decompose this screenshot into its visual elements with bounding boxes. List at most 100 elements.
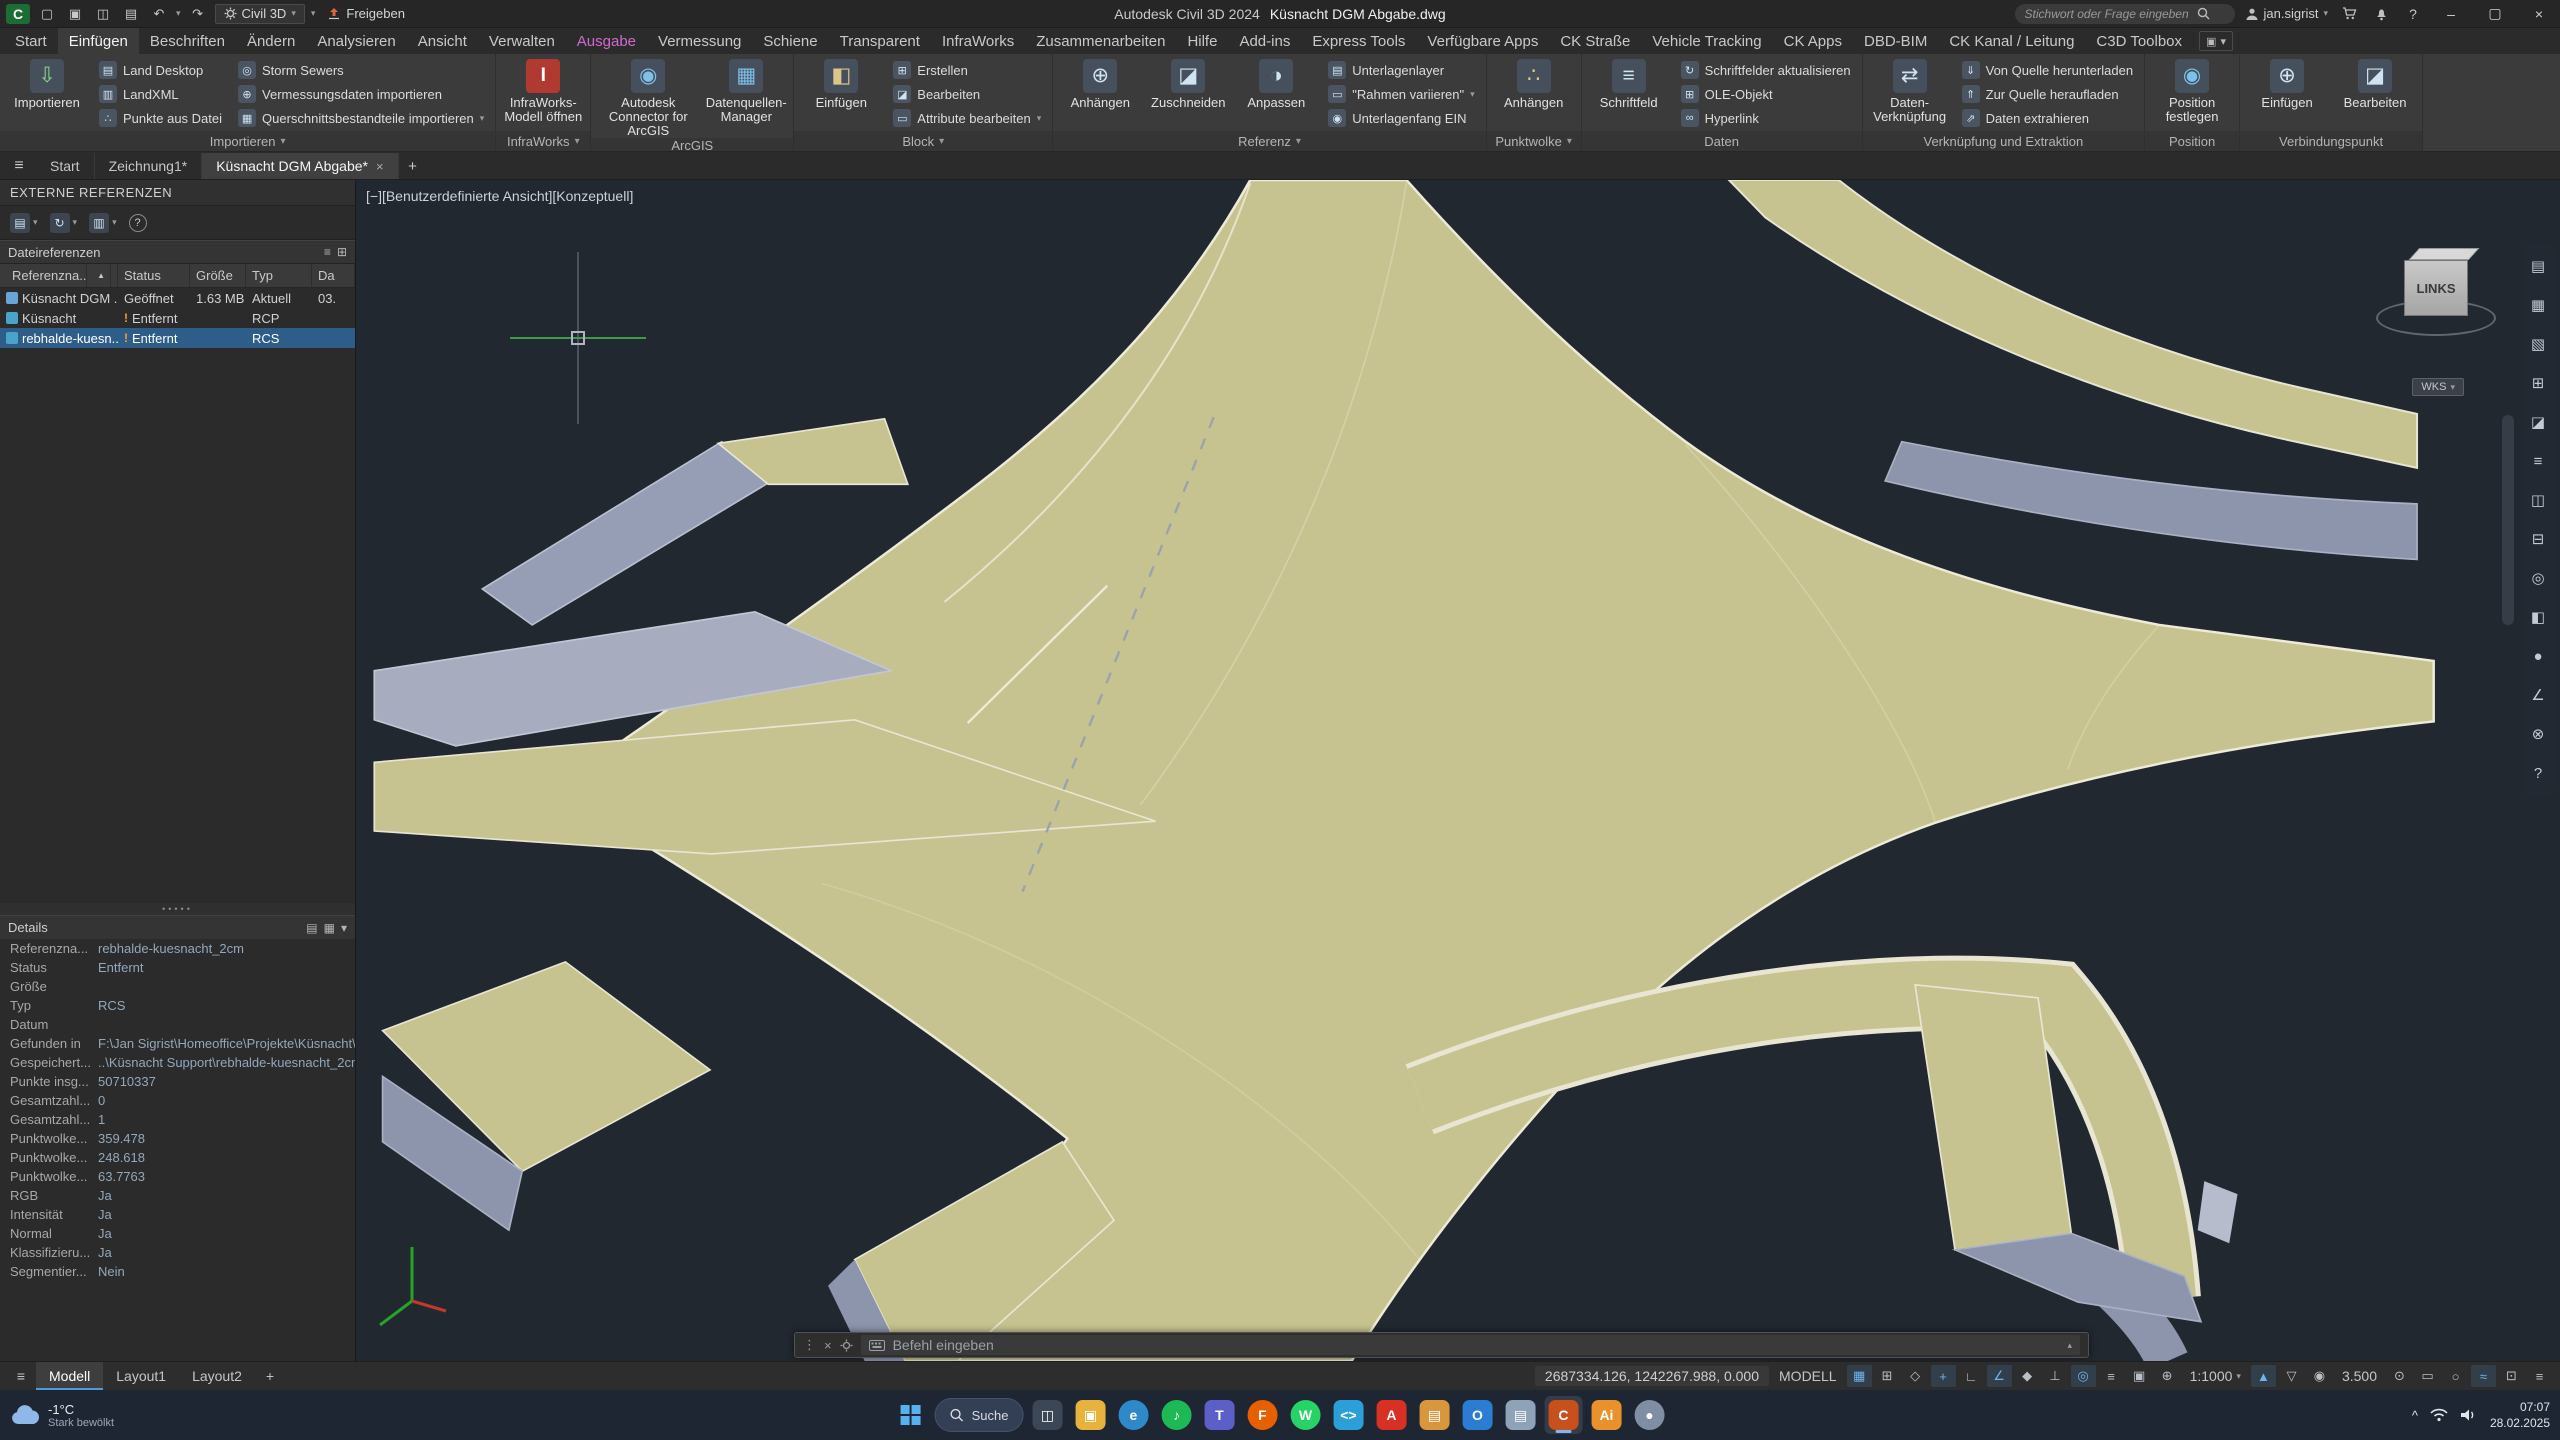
command-history-caret-icon[interactable]: ▴ xyxy=(2067,1340,2072,1351)
weather-widget[interactable]: -1°C Stark bewölkt xyxy=(10,1402,114,1429)
open-file-icon[interactable]: ▣ xyxy=(64,4,86,24)
notifications-bell-icon[interactable] xyxy=(2370,4,2392,24)
annotation-scale-selector[interactable]: 1:1000 ▾ xyxy=(2183,1368,2248,1384)
object-snap-toggle[interactable]: ◎ xyxy=(2071,1365,2096,1387)
taskbar-task-view-button[interactable]: ◫ xyxy=(1028,1396,1066,1434)
details-collapse-icon[interactable]: ▾ xyxy=(341,921,347,935)
tree-view-icon[interactable]: ⊞ xyxy=(337,245,347,259)
survey-import-button[interactable]: ⊕Vermessungsdaten importieren xyxy=(232,82,490,106)
help-icon[interactable]: ? xyxy=(2526,761,2550,785)
land-desktop-button[interactable]: ▤Land Desktop xyxy=(93,58,228,82)
search-icon[interactable] xyxy=(2197,7,2210,20)
file-tab-menu-icon[interactable]: ≡ xyxy=(2,153,36,179)
taskbar-app-firefox[interactable]: F xyxy=(1243,1396,1281,1434)
ribbon-tab-overflow-button[interactable]: ▣ ▾ xyxy=(2199,31,2233,51)
ribbon-tab[interactable]: Ausgabe xyxy=(566,28,647,54)
taskbar-search-input[interactable]: Suche xyxy=(935,1398,1024,1432)
ribbon-tab[interactable]: CK Straße xyxy=(1549,28,1641,54)
taskbar-app-teams[interactable]: T xyxy=(1200,1396,1238,1434)
model-space-button[interactable]: MODELL xyxy=(1772,1368,1844,1384)
ribbon-tab[interactable]: Beschriften xyxy=(139,28,236,54)
graphics-performance-icon[interactable]: ≈ xyxy=(2471,1365,2496,1387)
snap-mode-toggle[interactable]: ⊞ xyxy=(1875,1365,1900,1387)
panel-label-verknuepfung[interactable]: Verknüpfung und Extraktion xyxy=(1863,131,2144,151)
assembly-import-button[interactable]: ▦Querschnittsbestandteile importieren▾ xyxy=(232,106,490,130)
design-center-icon[interactable]: ◫ xyxy=(2526,488,2550,512)
connection-point-edit-button[interactable]: ◪ Bearbeiten xyxy=(2333,57,2417,131)
volume-icon[interactable] xyxy=(2460,1408,2478,1422)
annotation-visibility-toggle[interactable]: ▲ xyxy=(2251,1365,2276,1387)
redo-icon[interactable]: ↷ xyxy=(187,4,209,24)
ribbon-tab[interactable]: C3D Toolbox xyxy=(2085,28,2193,54)
taskbar-app-acrobat[interactable]: A xyxy=(1372,1396,1410,1434)
storm-sewers-button[interactable]: ◎Storm Sewers xyxy=(232,58,490,82)
3d-surface-model[interactable] xyxy=(356,180,2560,1361)
app-menu-button[interactable]: C xyxy=(6,4,30,24)
section-plane-icon[interactable]: ⊗ xyxy=(2526,722,2550,746)
taskbar-app-civil3d[interactable]: C xyxy=(1544,1396,1582,1434)
help-icon[interactable]: ? xyxy=(2402,4,2424,24)
frames-vary-dropdown[interactable]: ▭"Rahmen variieren"▾ xyxy=(1322,82,1480,106)
new-file-tab-button[interactable]: + xyxy=(399,153,427,179)
lineweight-toggle[interactable]: ≡ xyxy=(2099,1365,2124,1387)
new-layout-button[interactable]: + xyxy=(255,1362,285,1390)
ribbon-tab[interactable]: Vehicle Tracking xyxy=(1641,28,1772,54)
xref-row[interactable]: rebhalde-kuesn... !Entfernt RCS xyxy=(0,328,355,348)
annotation-monitor-toggle[interactable]: ◉ xyxy=(2307,1365,2332,1387)
ribbon-tab[interactable]: Einfügen xyxy=(58,28,139,54)
command-close-icon[interactable]: × xyxy=(824,1338,832,1353)
block-insert-button[interactable]: ◧ Einfügen xyxy=(799,57,883,131)
data-link-button[interactable]: ⇄ Daten-Verknüpfung xyxy=(1868,57,1952,131)
ribbon-tab[interactable]: Start xyxy=(4,28,58,54)
count-palette-icon[interactable]: ⊟ xyxy=(2526,527,2550,551)
column-header-name[interactable]: Referenzna...▲ xyxy=(0,264,118,287)
sheet-set-manager-icon[interactable]: ▧ xyxy=(2526,332,2550,356)
panel-label-block[interactable]: Block▾ xyxy=(794,131,1052,151)
customize-statusbar-icon[interactable]: ≡ xyxy=(2527,1365,2552,1387)
ribbon-tab[interactable]: Transparent xyxy=(829,28,931,54)
ribbon-tab[interactable]: Zusammenarbeiten xyxy=(1025,28,1176,54)
workspace-switcher[interactable]: Civil 3D ▾ xyxy=(215,4,305,24)
ribbon-tab[interactable]: Schiene xyxy=(752,28,828,54)
download-from-source-button[interactable]: ⇓Von Quelle herunterladen xyxy=(1956,58,2139,82)
ribbon-tab[interactable]: Ändern xyxy=(236,28,306,54)
ribbon-tab[interactable]: Hilfe xyxy=(1176,28,1228,54)
xref-row[interactable]: Küsnacht DGM ... !Geöffnet 1.63 MB Aktue… xyxy=(0,288,355,308)
field-button[interactable]: ≡ Schriftfeld xyxy=(1587,57,1671,131)
panel-label-referenz[interactable]: Referenz▾ xyxy=(1053,131,1485,151)
ucs-selector[interactable]: WKS ▾ xyxy=(2412,378,2464,396)
layout-menu-icon[interactable]: ≡ xyxy=(6,1362,36,1390)
taskbar-app-whatsapp[interactable]: W xyxy=(1286,1396,1324,1434)
panel-label-position[interactable]: Position xyxy=(2145,131,2239,151)
taskbar-app-folder[interactable]: ▤ xyxy=(1415,1396,1453,1434)
quick-properties-toggle[interactable]: ▭ xyxy=(2415,1365,2440,1387)
connection-point-insert-button[interactable]: ⊕ Einfügen xyxy=(2245,57,2329,131)
render-icon[interactable]: ● xyxy=(2526,644,2550,668)
file-tab[interactable]: Zeichnung1* × xyxy=(95,153,203,179)
measure-icon[interactable]: ∠ xyxy=(2526,683,2550,707)
layout-tab[interactable]: Modell xyxy=(36,1362,103,1390)
extract-data-button[interactable]: ⇗Daten extrahieren xyxy=(1956,106,2139,130)
navigation-bar-ghost[interactable] xyxy=(2502,415,2514,625)
panel-label-verbindungspunkt[interactable]: Verbindungspunkt xyxy=(2240,131,2422,151)
layout-tab[interactable]: Layout1 xyxy=(103,1362,179,1390)
data-source-manager-button[interactable]: ▦ Datenquellen-Manager xyxy=(704,57,788,138)
ribbon-tab[interactable]: InfraWorks xyxy=(931,28,1025,54)
change-path-button[interactable]: ▥▾ xyxy=(89,213,117,233)
annotation-autoscale-toggle[interactable]: ▽ xyxy=(2279,1365,2304,1387)
column-header-type[interactable]: Typ xyxy=(246,264,312,287)
polar-tracking-toggle[interactable]: ∠ xyxy=(1987,1365,2012,1387)
ribbon-tab[interactable]: CK Kanal / Leitung xyxy=(1938,28,2085,54)
start-button[interactable] xyxy=(892,1396,930,1434)
undo-icon[interactable]: ↶ xyxy=(148,4,170,24)
panel-label-importieren[interactable]: Importieren▾ xyxy=(0,131,495,151)
new-file-icon[interactable]: ▢ xyxy=(36,4,58,24)
command-input[interactable]: Befehl eingeben ▴ xyxy=(861,1335,2080,1355)
update-fields-button[interactable]: ↻Schriftfelder aktualisieren xyxy=(1675,58,1857,82)
command-line[interactable]: ⋮ × Befehl eingeben ▴ xyxy=(794,1332,2089,1358)
upload-to-source-button[interactable]: ⇑Zur Quelle heraufladen xyxy=(1956,82,2139,106)
view-cube-face[interactable]: LINKS xyxy=(2404,260,2468,316)
plot-icon[interactable]: ▤ xyxy=(120,4,142,24)
ribbon-tab[interactable]: Express Tools xyxy=(1301,28,1416,54)
taskbar-app-edge[interactable]: e xyxy=(1114,1396,1152,1434)
